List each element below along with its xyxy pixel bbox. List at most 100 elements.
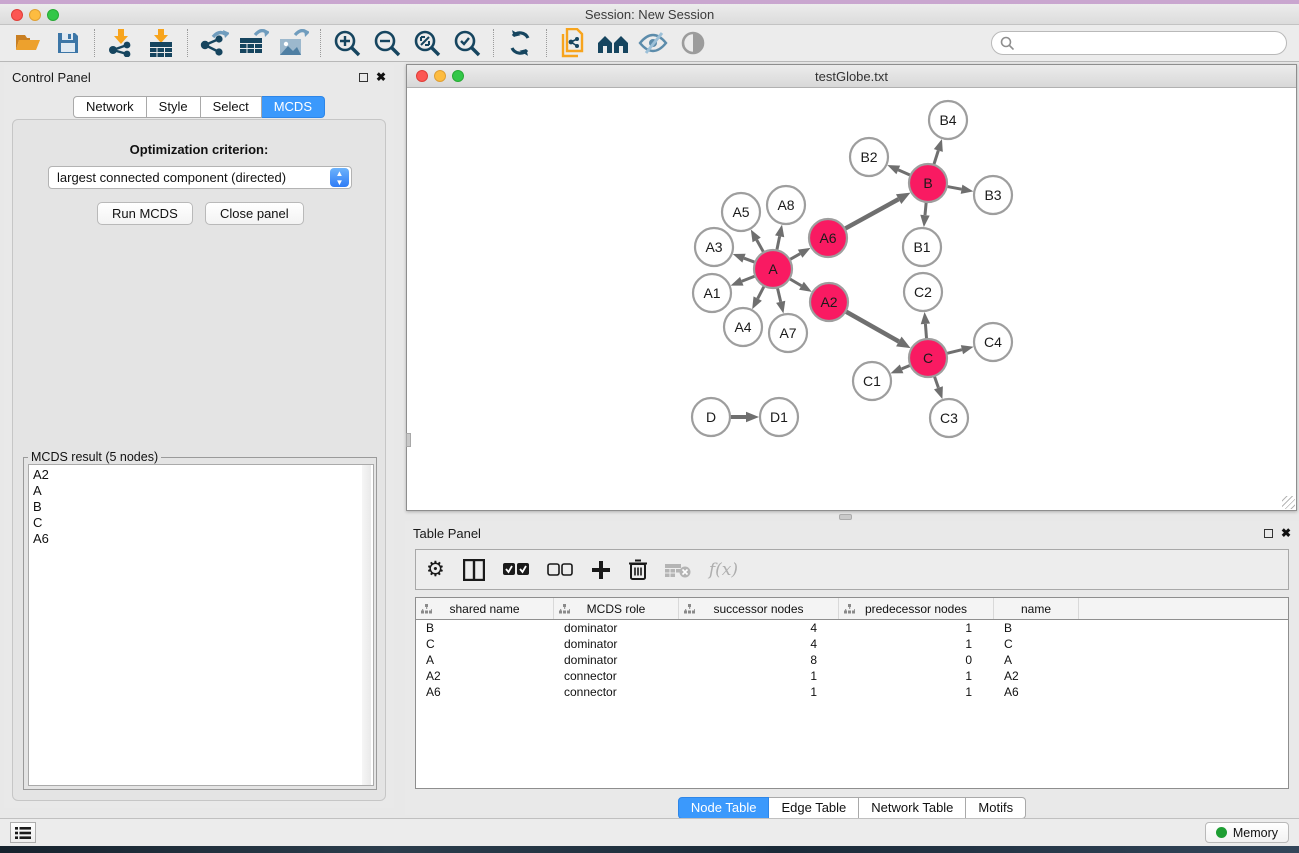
network-minimize-button[interactable] xyxy=(434,70,446,82)
table-settings-icon[interactable]: ⚙ xyxy=(426,556,445,584)
cell-predecessor_nodes: 1 xyxy=(839,685,994,699)
mcds-result-item[interactable]: B xyxy=(33,499,369,515)
network-window-resize-grip[interactable] xyxy=(1282,496,1295,509)
column-header-successor-nodes[interactable]: successor nodes xyxy=(679,598,839,619)
export-table-icon[interactable] xyxy=(234,27,274,59)
node-label-C4: C4 xyxy=(984,334,1002,350)
select-all-icon[interactable] xyxy=(503,556,529,584)
minimize-window-button[interactable] xyxy=(29,9,41,21)
tab-edge-table[interactable]: Edge Table xyxy=(769,797,859,819)
edge-arrowhead xyxy=(961,345,974,354)
float-panel-icon[interactable] xyxy=(359,73,368,82)
save-session-icon[interactable] xyxy=(48,27,88,59)
search-box[interactable] xyxy=(991,31,1287,55)
app-titlebar: Session: New Session xyxy=(0,4,1299,25)
table-row[interactable]: Cdominator41C xyxy=(416,636,1288,652)
node-label-A7: A7 xyxy=(779,325,796,341)
run-mcds-button[interactable]: Run MCDS xyxy=(97,202,193,225)
mcds-result-item[interactable]: A2 xyxy=(33,467,369,483)
tab-motifs[interactable]: Motifs xyxy=(966,797,1026,819)
column-header-shared-name[interactable]: shared name xyxy=(416,598,554,619)
export-network-icon[interactable] xyxy=(194,27,234,59)
add-column-icon[interactable] xyxy=(591,556,611,584)
zoom-window-button[interactable] xyxy=(47,9,59,21)
duplicate-network-icon[interactable] xyxy=(553,27,593,59)
mcds-result-item[interactable]: A xyxy=(33,483,369,499)
column-layout-icon[interactable] xyxy=(463,556,485,584)
export-image-icon[interactable] xyxy=(274,27,314,59)
zoom-selected-icon[interactable] xyxy=(447,27,487,59)
import-network-icon[interactable] xyxy=(101,27,141,59)
zoom-fit-icon[interactable] xyxy=(407,27,447,59)
panel-splitter-handle[interactable] xyxy=(839,514,852,520)
tab-select[interactable]: Select xyxy=(201,96,262,118)
edge-A6-B[interactable] xyxy=(843,199,899,230)
criterion-dropdown[interactable]: largest connected component (directed) ▲… xyxy=(48,166,352,189)
column-header-name[interactable]: name xyxy=(994,598,1079,619)
tab-mcds[interactable]: MCDS xyxy=(262,96,325,118)
column-header-predecessor-nodes[interactable]: predecessor nodes xyxy=(839,598,994,619)
deselect-all-icon[interactable] xyxy=(547,556,573,584)
tab-style[interactable]: Style xyxy=(147,96,201,118)
mcds-result-item[interactable]: A6 xyxy=(33,531,369,547)
edge-arrowhead xyxy=(733,254,746,263)
mcds-result-list[interactable]: A2ABCA6 xyxy=(28,464,374,786)
session-title: Session: New Session xyxy=(0,4,1299,25)
show-all-networks-icon[interactable] xyxy=(593,27,633,59)
table-row[interactable]: Bdominator41B xyxy=(416,620,1288,636)
close-window-button[interactable] xyxy=(11,9,23,21)
main-toolbar xyxy=(0,25,1299,62)
search-input[interactable] xyxy=(1020,36,1278,51)
network-zoom-button[interactable] xyxy=(452,70,464,82)
node-label-A: A xyxy=(768,261,778,277)
node-label-B2: B2 xyxy=(860,149,877,165)
open-session-icon[interactable] xyxy=(8,27,48,59)
table-row[interactable]: A6connector11A6 xyxy=(416,684,1288,700)
network-close-button[interactable] xyxy=(416,70,428,82)
mcds-result-item[interactable]: C xyxy=(33,515,369,531)
close-panel-icon[interactable]: ✖ xyxy=(1281,528,1291,538)
cell-mcds_role: connector xyxy=(554,669,679,683)
edge-A2-C[interactable] xyxy=(844,310,899,341)
cell-successor_nodes: 4 xyxy=(679,637,839,651)
cell-predecessor_nodes: 0 xyxy=(839,653,994,667)
column-header-MCDS-role[interactable]: MCDS role xyxy=(554,598,679,619)
mcds-result-scrollbar[interactable] xyxy=(362,465,371,785)
zoom-out-icon[interactable] xyxy=(367,27,407,59)
network-window-left-handle[interactable] xyxy=(406,433,411,447)
function-builder-icon[interactable]: f(x) xyxy=(709,556,738,584)
node-label-B: B xyxy=(923,175,932,191)
show-graphics-details-icon[interactable] xyxy=(673,27,713,59)
network-window-titlebar[interactable]: testGlobe.txt xyxy=(407,65,1296,88)
cell-successor_nodes: 1 xyxy=(679,669,839,683)
attribute-icon xyxy=(684,604,695,614)
cell-shared_name: A6 xyxy=(416,685,554,699)
close-panel-button[interactable]: Close panel xyxy=(205,202,304,225)
task-history-button[interactable] xyxy=(10,822,36,843)
table-row[interactable]: Adominator80A xyxy=(416,652,1288,668)
cell-mcds_role: dominator xyxy=(554,621,679,635)
table-row[interactable]: A2connector11A2 xyxy=(416,668,1288,684)
hide-selected-icon[interactable] xyxy=(633,27,673,59)
zoom-in-icon[interactable] xyxy=(327,27,367,59)
import-table-icon[interactable] xyxy=(141,27,181,59)
table-toolbar: ⚙ f(x) xyxy=(415,549,1289,590)
cell-shared_name: A2 xyxy=(416,669,554,683)
tab-network-table[interactable]: Network Table xyxy=(859,797,966,819)
refresh-icon[interactable] xyxy=(500,27,540,59)
tab-network[interactable]: Network xyxy=(73,96,147,118)
edge-arrowhead xyxy=(798,248,811,258)
edge-arrowhead xyxy=(934,139,943,152)
tab-node-table[interactable]: Node Table xyxy=(678,797,770,819)
criterion-value: largest connected component (directed) xyxy=(49,170,330,185)
node-label-A4: A4 xyxy=(734,319,751,335)
network-graph[interactable]: B4B2BB3A8A5A6A3B1AC2A1A2A4A7C4CC1C3DD1 xyxy=(407,88,1296,510)
node-table[interactable]: shared nameMCDS rolesuccessor nodesprede… xyxy=(415,597,1289,789)
float-panel-icon[interactable] xyxy=(1264,529,1273,538)
memory-button[interactable]: Memory xyxy=(1205,822,1289,843)
delete-table-icon[interactable] xyxy=(665,556,691,584)
close-panel-icon[interactable]: ✖ xyxy=(376,72,386,82)
node-label-C: C xyxy=(923,350,933,366)
node-label-A2: A2 xyxy=(820,294,837,310)
delete-column-icon[interactable] xyxy=(629,556,647,584)
